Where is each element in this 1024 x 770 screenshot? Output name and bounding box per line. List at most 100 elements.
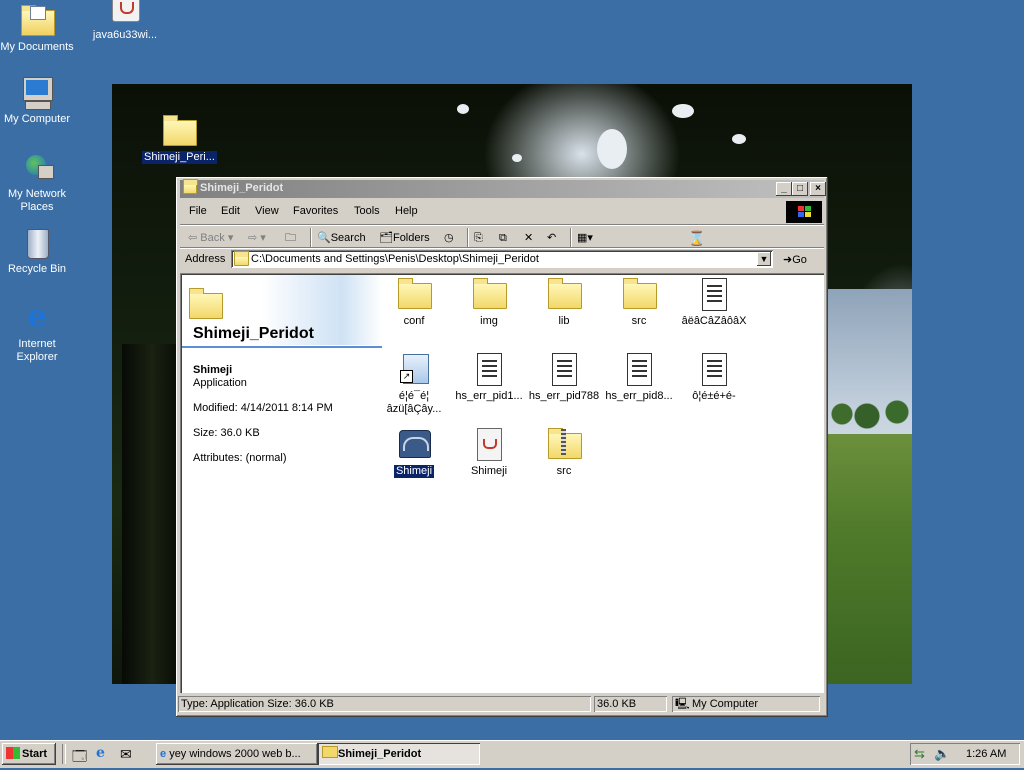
explorer-window[interactable]: Shimeji_Peridot _ □ × File Edit View Fav…	[176, 177, 828, 717]
status-size: 36.0 KB	[594, 696, 667, 712]
menu-view[interactable]: View	[255, 205, 279, 217]
desktop-icon-my-computer[interactable]: My Computer	[0, 76, 74, 126]
folder-icon	[322, 746, 338, 758]
close-button[interactable]: ×	[810, 182, 826, 196]
menu-edit[interactable]: Edit	[221, 205, 240, 217]
menu-separator	[180, 224, 824, 226]
file-item[interactable]: img	[453, 277, 525, 328]
file-item[interactable]: hs_err_pid8...	[603, 352, 675, 403]
delete-icon: ✕	[524, 232, 534, 244]
java-jar-icon	[472, 427, 506, 461]
back-button[interactable]: ⇦ Back ▾	[188, 228, 233, 248]
busy-cursor-icon: ⌛	[688, 230, 706, 246]
copy-to-icon: ⧉	[499, 232, 507, 244]
text-document-icon	[622, 352, 656, 386]
views-button[interactable]: ▦▾	[577, 228, 593, 248]
network-tray-icon[interactable]: ⇆	[914, 746, 925, 762]
status-info: Type: Application Size: 36.0 KB	[178, 696, 591, 712]
folder-icon	[183, 179, 198, 194]
taskbar-separator	[62, 744, 66, 764]
internet-explorer-icon[interactable]: e	[96, 745, 105, 761]
taskbar: Start 🗔 e ✉ e yey windows 2000 web b... …	[0, 740, 1024, 768]
file-name: é¦é¯é¦ âzü[âÇây...	[386, 390, 442, 415]
folder-icon	[188, 287, 223, 321]
file-item[interactable]: âëâCâZâôâX	[678, 277, 750, 328]
java-installer-icon	[108, 0, 142, 26]
desktop-icon-recycle-bin[interactable]: Recycle Bin	[0, 226, 74, 276]
desktop-icon-my-documents[interactable]: My Documents	[0, 4, 74, 54]
show-desktop-icon[interactable]: 🗔	[72, 746, 87, 770]
forward-button[interactable]: ⇨ ▾	[248, 228, 266, 248]
sky-gap	[732, 134, 746, 144]
back-label: Back	[200, 232, 225, 244]
folders-button[interactable]: 🗂Folders	[379, 228, 430, 248]
desktop-icon-my-network-places[interactable]: My Network Places	[0, 151, 74, 214]
recycle-bin-icon	[20, 226, 54, 260]
file-item[interactable]: conf	[378, 277, 450, 328]
desktop-icon-label: Internet Explorer	[16, 338, 58, 363]
taskbar-task-explorer[interactable]: Shimeji_Peridot	[318, 743, 480, 765]
internet-explorer-icon: e	[160, 748, 167, 760]
undo-icon: ↶	[547, 232, 557, 244]
desktop-icon-label: Shimeji_Peri...	[142, 151, 217, 164]
file-item[interactable]: src	[528, 427, 600, 478]
menu-tools[interactable]: Tools	[354, 205, 380, 217]
file-item[interactable]: lib	[528, 277, 600, 328]
up-folder-button[interactable]: 🗀	[285, 228, 296, 248]
history-button[interactable]: ◷	[444, 228, 454, 248]
webview-title-underline	[182, 346, 382, 348]
file-item[interactable]: ↗ é¦é¯é¦ âzü[âÇây...	[378, 352, 450, 416]
file-item[interactable]: hs_err_pid1...	[453, 352, 525, 403]
file-item-selected[interactable]: Shimeji	[378, 427, 450, 481]
desktop-icon-label: Recycle Bin	[7, 263, 67, 275]
clock[interactable]: 1:26 AM	[966, 748, 1006, 760]
desktop-icon-java-installer[interactable]: java6u33wi...	[88, 0, 162, 42]
menu-file[interactable]: File	[189, 205, 207, 217]
folder-icon	[472, 277, 507, 311]
desktop-icon-label: My Computer	[3, 113, 71, 125]
search-icon: 🔍	[317, 232, 331, 244]
folders-icon: 🗂	[379, 232, 393, 244]
maximize-button[interactable]: □	[792, 182, 808, 196]
wallpaper-grass	[827, 434, 912, 684]
my-computer-icon: 🖳	[675, 698, 690, 710]
desktop-icon-label: java6u33wi...	[92, 29, 158, 41]
copy-to-button[interactable]: ⧉	[499, 228, 507, 248]
selected-file-attributes: Attributes: (normal)	[193, 452, 287, 464]
file-item[interactable]: Shimeji	[453, 427, 525, 478]
menu-help[interactable]: Help	[395, 205, 418, 217]
title-bar[interactable]: Shimeji_Peridot _ □ ×	[180, 179, 826, 198]
start-button[interactable]: Start	[2, 743, 56, 765]
outlook-express-icon[interactable]: ✉	[120, 746, 132, 763]
chevron-down-icon: ▾	[587, 232, 593, 244]
taskbar-task-browser[interactable]: e yey windows 2000 web b...	[156, 743, 318, 765]
file-name: hs_err_pid788	[528, 390, 600, 402]
volume-icon[interactable]: 🔈	[934, 746, 950, 762]
minimize-button[interactable]: _	[776, 182, 792, 196]
file-name: hs_err_pid1...	[455, 390, 523, 402]
folder-content[interactable]: Shimeji_Peridot Shimeji Application Modi…	[180, 273, 824, 693]
file-name: conf	[403, 315, 425, 327]
application-icon	[397, 427, 431, 461]
up-folder-icon: 🗀	[285, 232, 296, 244]
file-item[interactable]: ô¦é±é+é-	[678, 352, 750, 403]
views-icon: ▦	[577, 232, 588, 244]
system-tray: ⇆ 🔈 1:26 AM	[910, 743, 1020, 765]
go-button[interactable]: ➜Go	[783, 253, 807, 266]
menu-favorites[interactable]: Favorites	[293, 205, 338, 217]
undo-button[interactable]: ↶	[547, 228, 556, 248]
file-item[interactable]: src	[603, 277, 675, 328]
search-button[interactable]: 🔍Search	[317, 228, 366, 248]
file-item[interactable]: hs_err_pid788	[528, 352, 600, 403]
selected-file-name: Shimeji	[193, 364, 233, 376]
move-to-button[interactable]: ⎘	[474, 228, 483, 248]
desktop-icon-shimeji-folder[interactable]: Shimeji_Peri...	[142, 114, 217, 164]
file-name: ô¦é±é+é-	[692, 390, 736, 402]
delete-button[interactable]: ✕	[524, 228, 533, 248]
address-dropdown-button[interactable]: ▼	[757, 252, 771, 266]
address-field[interactable]: C:\Documents and Settings\Penis\Desktop\…	[231, 250, 773, 268]
file-name: Shimeji	[470, 465, 508, 477]
desktop-icon-internet-explorer[interactable]: e Internet Explorer	[0, 301, 74, 364]
sky-gap	[457, 104, 469, 114]
my-documents-icon	[20, 4, 55, 38]
